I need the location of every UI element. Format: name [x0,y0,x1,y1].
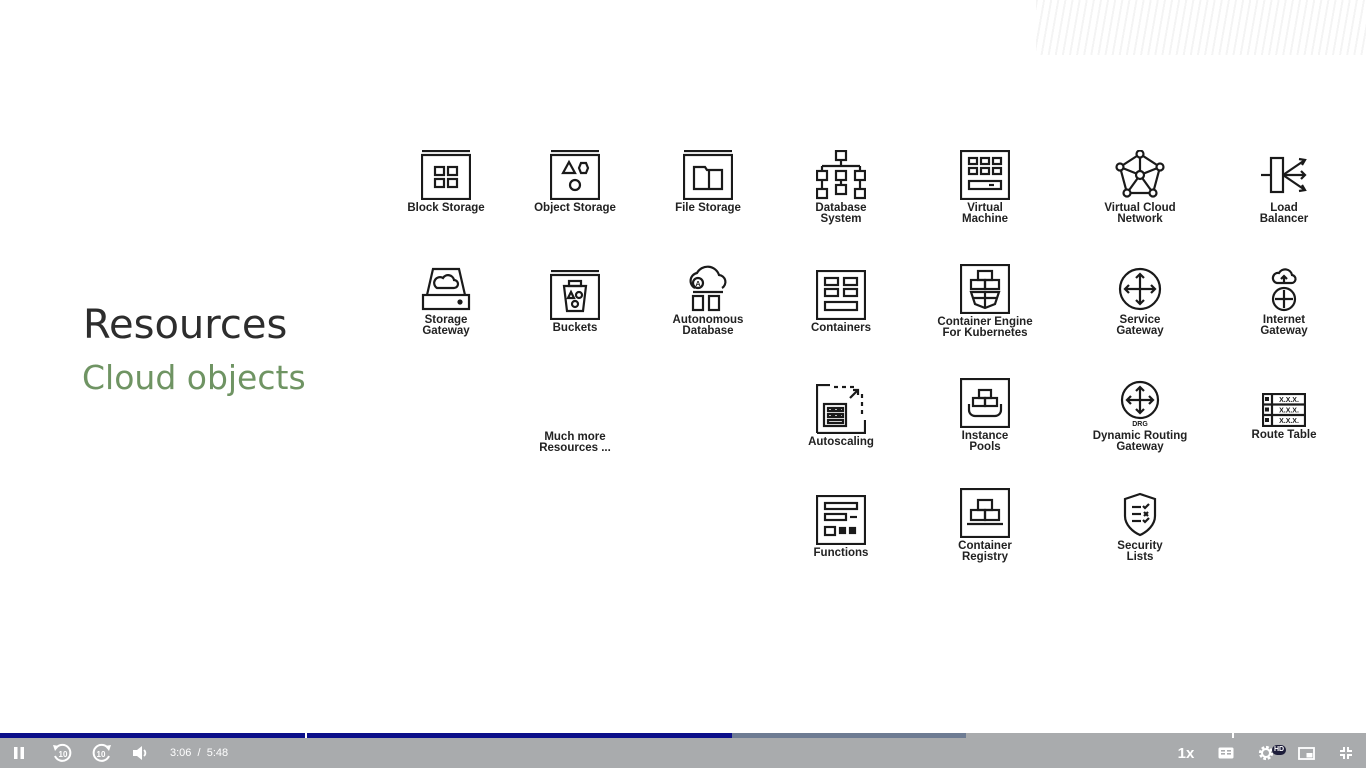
slide: Resources Cloud objects Block Storage Ob… [0,0,1366,733]
volume-icon [133,746,147,760]
resource-label: Autonomous Database [672,314,744,337]
resource-route-table: X.X.X. X.X.X. X.X.X. Route Table [1214,393,1354,441]
resource-service-gateway: Service Gateway [1070,266,1210,337]
much-more-resources-label: Much more Resources ... [539,431,611,454]
internet-gateway-icon [1271,268,1297,312]
storage-gateway-icon [421,267,471,311]
virtual-cloud-network-icon [1115,150,1165,198]
instance-pools-icon [960,378,1010,428]
svg-text:10: 10 [59,750,68,759]
drg-icon-text: DRG [1132,421,1148,428]
container-registry-icon [960,488,1010,538]
containers-icon [816,270,866,320]
time-display: 3:06 / 5:48 [170,738,228,768]
resource-label: File Storage [675,202,741,214]
resource-label: Container Engine For Kubernetes [937,316,1033,339]
resource-label: Autoscaling [808,436,874,448]
forward-10-icon: 10 [92,743,111,762]
hd-badge: HD [1272,745,1286,755]
route-table-icon-text: X.X.X. [1279,397,1299,404]
resource-autonomous-database: A Autonomous Database [638,264,778,337]
svg-text:A: A [695,281,700,288]
virtual-machine-icon [960,150,1010,200]
player-controls: 10 10 3:06 / 5:48 1x [0,738,1366,768]
resource-dynamic-routing-gateway: DRG Dynamic Routing Gateway [1070,380,1210,453]
resource-label: Service Gateway [1116,314,1164,337]
buckets-icon [550,270,600,320]
resource-label: Object Storage [534,202,616,214]
resource-autoscaling: Autoscaling [771,384,911,448]
security-lists-icon [1123,492,1157,537]
resource-label: Route Table [1251,429,1317,441]
resource-object-storage: Object Storage [505,150,645,214]
autoscaling-icon [816,384,866,434]
resource-label: Database System [815,202,867,225]
duration: 5:48 [206,747,229,759]
picture-in-picture-button[interactable] [1295,738,1317,768]
volume-button[interactable] [130,738,152,768]
resource-storage-gateway: Storage Gateway [376,266,516,337]
route-table-icon-text: X.X.X. [1279,408,1299,415]
rewind-10-button[interactable]: 10 [50,738,74,768]
resource-label: Internet Gateway [1260,314,1308,337]
resource-block-storage: Block Storage [376,150,516,214]
current-time: 3:06 [170,747,192,759]
resource-label: Buckets [552,322,598,334]
resource-label: Instance Pools [961,430,1009,453]
resource-label: Dynamic Routing Gateway [1092,430,1188,453]
file-storage-icon [683,150,733,200]
resource-label: Functions [813,547,869,559]
resource-instance-pools: Instance Pools [915,378,1055,453]
decorative-texture [1036,0,1366,55]
database-system-icon [816,150,866,200]
resource-label: Containers [810,322,872,334]
resource-containers: Containers [771,270,911,334]
resource-buckets: Buckets [505,270,645,334]
resource-container-registry: Container Registry [915,488,1055,563]
resource-virtual-machine: Virtual Machine [915,150,1055,225]
svg-text:10: 10 [97,750,106,759]
playback-speed-button[interactable]: 1x [1174,738,1198,768]
functions-icon [816,495,866,545]
resource-label: Load Balancer [1259,202,1309,225]
resource-virtual-cloud-network: Virtual Cloud Network [1070,150,1210,225]
forward-10-button[interactable]: 10 [90,738,114,768]
load-balancer-icon [1261,156,1307,194]
captions-icon [1218,747,1234,759]
block-storage-icon [421,150,471,200]
resource-label: Storage Gateway [422,314,470,337]
exit-fullscreen-icon [1340,747,1352,759]
captions-button[interactable] [1215,738,1237,768]
resource-label: Virtual Machine [961,202,1008,225]
resource-security-lists: Security Lists [1070,492,1210,563]
pause-icon [14,747,24,759]
resource-container-engine: Container Engine For Kubernetes [915,264,1055,339]
resource-label: Virtual Cloud Network [1104,202,1176,225]
resource-label: Block Storage [407,202,485,214]
resource-database-system: Database System [771,150,911,225]
kubernetes-engine-icon [960,264,1010,314]
slide-subtitle: Cloud objects [82,358,306,397]
picture-in-picture-icon [1297,746,1315,760]
drg-icon: DRG [1120,380,1160,428]
resource-functions: Functions [771,495,911,559]
pause-button[interactable] [8,738,30,768]
object-storage-icon [550,150,600,200]
resource-internet-gateway: Internet Gateway [1214,266,1354,337]
resource-label: Container Registry [958,540,1012,563]
resource-file-storage: File Storage [638,150,778,214]
resource-label: Security Lists [1117,540,1163,563]
rewind-10-icon: 10 [53,743,72,762]
route-table-icon-text: X.X.X. [1279,418,1299,425]
resource-load-balancer: Load Balancer [1214,150,1354,225]
autonomous-database-icon: A [689,265,727,312]
time-separator: / [197,747,201,759]
slide-title: Resources [83,302,288,348]
route-table-icon: X.X.X. X.X.X. X.X.X. [1262,393,1306,427]
exit-fullscreen-button[interactable] [1335,738,1357,768]
service-gateway-icon [1118,267,1162,311]
